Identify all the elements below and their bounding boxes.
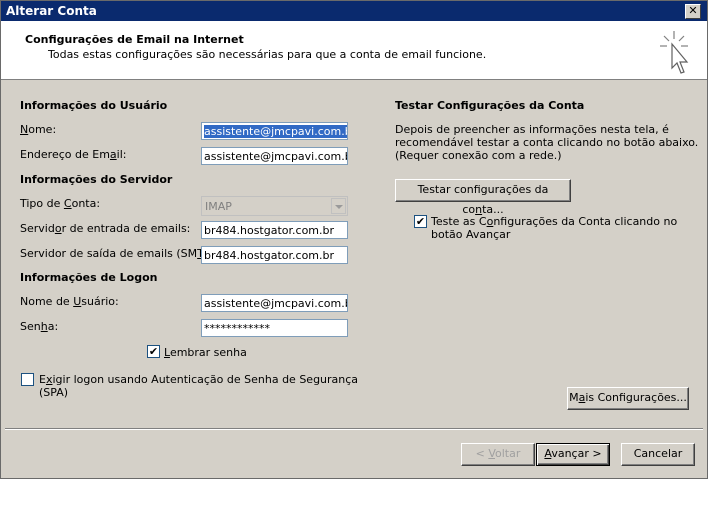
incoming-server-label: Servidor de entrada de emails: bbox=[20, 222, 191, 235]
dialog-window: Alterar Conta ✕ Configurações de Email n… bbox=[0, 0, 708, 479]
next-button[interactable]: Avançar > bbox=[536, 443, 610, 466]
footer-divider bbox=[5, 428, 703, 430]
auto-test-checkbox[interactable]: ✔ bbox=[414, 215, 427, 228]
cancel-button[interactable]: Cancelar bbox=[621, 443, 695, 466]
desc-line-3: (Requer conexão com a rede.) bbox=[395, 149, 562, 162]
desc-line-1: Depois de preencher as informações nesta… bbox=[395, 123, 669, 136]
account-type-select: IMAP bbox=[201, 196, 348, 216]
header-title: Configurações de Email na Internet bbox=[25, 33, 244, 46]
test-settings-description: Depois de preencher as informações nesta… bbox=[395, 123, 698, 162]
name-label: Nome: bbox=[20, 123, 57, 136]
password-label: Senha: bbox=[20, 320, 59, 333]
email-label: Endereço de Email: bbox=[20, 148, 127, 161]
title-bar[interactable]: Alterar Conta ✕ bbox=[1, 1, 707, 21]
remember-password-label[interactable]: Lembrar senha bbox=[164, 346, 247, 359]
outgoing-server-field[interactable]: br484.hostgator.com.br bbox=[201, 246, 348, 264]
test-account-button[interactable]: Testar configurações da conta... bbox=[395, 179, 571, 216]
server-info-heading: Informações do Servidor bbox=[20, 173, 173, 186]
remember-password-checkbox[interactable]: ✔ bbox=[147, 345, 160, 358]
email-field[interactable]: assistente@jmcpavi.com.br bbox=[201, 147, 348, 165]
user-info-heading: Informações do Usuário bbox=[20, 99, 168, 112]
close-button[interactable]: ✕ bbox=[685, 4, 701, 19]
spa-label-line2: (SPA) bbox=[39, 386, 69, 399]
test-settings-heading: Testar Configurações da Conta bbox=[395, 99, 585, 112]
spa-checkbox[interactable] bbox=[21, 373, 34, 386]
account-type-value: IMAP bbox=[205, 200, 232, 213]
wizard-header: Configurações de Email na Internet Todas… bbox=[1, 21, 707, 80]
header-subtitle: Todas estas configurações são necessária… bbox=[48, 48, 487, 61]
cursor-click-icon bbox=[660, 31, 689, 74]
back-button[interactable]: < Voltar bbox=[461, 443, 535, 466]
spa-label-line1: Exigir logon usando Autenticação de Senh… bbox=[39, 373, 359, 386]
auto-test-line1: Teste as Configurações da Conta clicando… bbox=[431, 215, 678, 228]
account-type-label: Tipo de Conta: bbox=[20, 197, 101, 210]
logon-info-heading: Informações de Logon bbox=[20, 271, 158, 284]
name-field[interactable]: assistente@jmcpavi.com.br bbox=[201, 122, 348, 140]
desc-line-2: recomendável testar a conta clicando no … bbox=[395, 136, 699, 149]
outgoing-server-label: Servidor de saída de emails (SMTP): bbox=[20, 247, 219, 260]
chevron-down-icon bbox=[331, 198, 346, 214]
username-label: Nome de Usuário: bbox=[20, 295, 119, 308]
incoming-server-field[interactable]: br484.hostgator.com.br bbox=[201, 221, 348, 239]
username-field[interactable]: assistente@jmcpavi.com.br bbox=[201, 294, 348, 312]
auto-test-line2: botão Avançar bbox=[431, 228, 511, 241]
password-field[interactable]: ************ bbox=[201, 319, 348, 337]
more-settings-button[interactable]: Mais Configurações... bbox=[567, 387, 689, 410]
auto-test-label[interactable]: Teste as Configurações da Conta clicando… bbox=[431, 215, 677, 241]
window-title: Alterar Conta bbox=[6, 4, 97, 18]
spa-label[interactable]: Exigir logon usando Autenticação de Senh… bbox=[39, 373, 358, 399]
